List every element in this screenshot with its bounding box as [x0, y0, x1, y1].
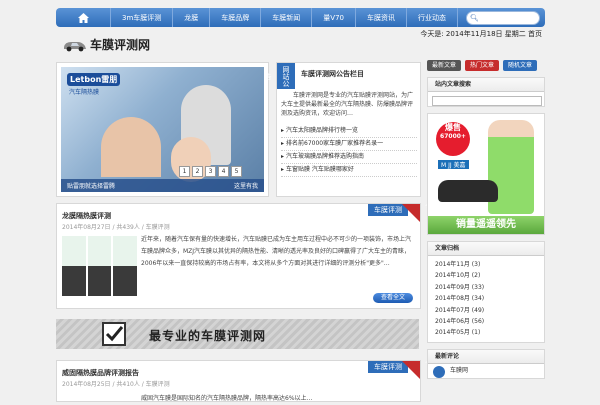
ad-sale-text: 爆售 — [445, 123, 461, 132]
notice-list: ▸ 汽车太阳膜品牌排行榜一览 ▸ 排名前67000家车膜厂家推荐名录一 ▸ 汽车玻璃膜… — [281, 125, 417, 177]
ad-sale-number: 67000+ — [440, 133, 466, 140]
article-title[interactable]: 龙膜隔热膜评测 — [62, 211, 111, 221]
archive-box: 文章归档 2014年11月 (3) 2014年10月 (2) 2014年09月 … — [427, 241, 545, 343]
slider-page-1[interactable]: 1 — [179, 166, 190, 177]
sidebar-search-title: 站内文章搜索 — [428, 78, 544, 92]
tab-random[interactable]: 随机文章 — [503, 60, 538, 71]
image-slider[interactable]: Letbon雷朋 汽车隔热膜 1 2 3 4 5 贴雷朋就选择雷腾 这里有我 — [56, 62, 269, 197]
ad-sale-badge: 爆售 67000+ — [436, 122, 470, 156]
nav-item-v70[interactable]: 量V70 — [311, 8, 355, 27]
notice-item[interactable]: ▸ 汽车太阳膜品牌排行榜一览 — [281, 125, 417, 138]
archive-item[interactable]: 2014年10月 (2) — [435, 270, 537, 281]
archive-item[interactable]: 2014年06月 (56) — [435, 316, 537, 327]
notice-tag: 网站公告 — [264, 63, 295, 89]
notice-item[interactable]: ▸ 排名前67000家车膜厂家推荐名录一 — [281, 138, 417, 151]
site-logo[interactable]: 车膜评测网 — [62, 36, 150, 53]
archive-list: 2014年11月 (3) 2014年10月 (2) 2014年09月 (33) … — [428, 256, 544, 342]
new-ribbon: NEW — [402, 360, 436, 379]
search-input[interactable]: 🔍︎ — [466, 11, 540, 25]
notice-item-text[interactable]: 排名前67000家车膜厂家推荐名录一 — [286, 140, 383, 147]
notice-item[interactable]: ▸ 车窗贴膜 汽车贴膜哪家好 — [281, 164, 417, 177]
article-title[interactable]: 威固隔热膜品牌评测报告 — [62, 368, 139, 378]
notice-panel: 网站公告 车膜评测网公告栏目 车膜评测网是专业的汽车贴膜评测网站，为广大车主提供… — [264, 62, 421, 197]
article-body: 威固汽车膜是国际知名的汽车隔热膜品牌，隔热率高达6%以上… — [141, 395, 313, 402]
slider-caption: 贴雷朋就选择雷腾 这里有我 — [61, 179, 264, 192]
slider-person-woman — [101, 117, 161, 177]
notice-desc: 车膜评测网是专业的汽车贴膜评测网站，为广大车主提供最新最全的汽车隔热膜、防爆膜品… — [281, 92, 414, 117]
archive-title: 文章归档 — [428, 242, 544, 256]
slider-caption-right: 这里有我 — [233, 183, 258, 190]
article-card: 车膜评测 NEW 龙膜隔热膜评测 2014年08月27日 / 共439人 / 车… — [56, 203, 436, 309]
power-icon — [433, 365, 445, 378]
latest-name[interactable]: 车膜网 — [450, 365, 468, 374]
slider-pager: 1 2 3 4 5 — [179, 166, 242, 177]
latest-title: 最新评论 — [428, 349, 544, 364]
nav-item-brands[interactable]: 车膜品牌 — [209, 8, 260, 27]
banner-text: 最专业的车膜评测网 — [149, 329, 267, 343]
slider-caption-left: 贴雷朋就选择雷腾 — [67, 183, 116, 190]
film-sample — [87, 236, 112, 296]
article-card: 车膜评测 NEW 威固隔热膜品牌评测报告 2014年08月25日 / 共410人… — [56, 360, 436, 402]
archive-item[interactable]: 2014年11月 (3) — [435, 259, 537, 270]
article-body: 近年来，随着汽车保有量的快速增长，汽车贴膜已成为车主用车过程中必不可少的一项装饰… — [141, 236, 412, 267]
slider-image[interactable]: Letbon雷朋 汽车隔热膜 1 2 3 4 5 贴雷朋就选择雷腾 这里有我 — [61, 67, 264, 192]
checkmark-icon — [102, 322, 126, 346]
film-sample — [113, 236, 138, 296]
search-icon[interactable]: 🔍︎ — [470, 14, 479, 22]
archive-item[interactable]: 2014年09月 (33) — [435, 282, 537, 293]
arrow-right-icon: ▸ — [281, 127, 285, 134]
home-icon[interactable] — [56, 8, 110, 27]
archive-item[interactable]: 2014年07月 (49) — [435, 305, 537, 316]
new-ribbon: NEW — [402, 203, 436, 222]
sidebar-search-box: 站内文章搜索 — [427, 77, 545, 107]
nav-item-industry[interactable]: 行业动态 — [405, 8, 457, 27]
promo-banner[interactable]: 最专业的车膜评测网 — [56, 319, 419, 349]
slider-page-4[interactable]: 4 — [218, 166, 229, 177]
slider-page-5[interactable]: 5 — [231, 166, 242, 177]
date-text: 今天是: 2014年11月18日 星期二 首页 — [420, 30, 542, 38]
film-sample — [62, 236, 86, 296]
notice-item-text[interactable]: 汽车玻璃膜品牌推荐选购指南 — [286, 153, 364, 160]
tab-latest[interactable]: 最新文章 — [427, 60, 462, 71]
arrow-right-icon: ▸ — [281, 153, 285, 160]
arrow-right-icon: ▸ — [281, 166, 285, 173]
notice-title[interactable]: 车膜评测网公告栏目 — [301, 69, 364, 79]
ad-brand: M JJ 美嘉 — [438, 160, 469, 169]
article-thumbnail[interactable] — [62, 236, 138, 296]
slider-brand: Letbon雷朋 — [67, 73, 121, 86]
sidebar-ad[interactable]: 爆售 67000+ M JJ 美嘉 销量遥遥领先 — [427, 113, 545, 235]
nav-item-longmo[interactable]: 龙膜 — [172, 8, 209, 27]
nav-item-3m[interactable]: 3m车膜评测 — [110, 8, 172, 27]
article-meta: 2014年08月25日 / 共410人 / 车膜评测 — [62, 381, 170, 388]
archive-item[interactable]: 2014年08月 (34) — [435, 293, 537, 304]
read-more-button[interactable]: 查看全文 — [373, 293, 413, 303]
sidebar-search-input[interactable] — [432, 96, 542, 106]
site-name: 车膜评测网 — [90, 38, 151, 52]
article-meta: 2014年08月27日 / 共439人 / 车膜评测 — [62, 224, 170, 231]
slider-subtitle: 汽车隔热膜 — [69, 89, 100, 96]
main-nav: 3m车膜评测 龙膜 车膜品牌 车膜新闻 量V70 车膜资讯 行业动态 汽车美容 … — [56, 8, 545, 27]
notice-item[interactable]: ▸ 汽车玻璃膜品牌推荐选购指南 — [281, 151, 417, 164]
arrow-right-icon: ▸ — [281, 140, 285, 147]
car-logo-icon — [64, 41, 86, 51]
tab-popular[interactable]: 热门文章 — [465, 60, 500, 71]
nav-item-info[interactable]: 车膜资讯 — [354, 8, 406, 27]
nav-item-news[interactable]: 车膜新闻 — [260, 8, 311, 27]
latest-comments-box: 最新评论 车膜网 — [427, 348, 545, 379]
ad-slogan: 销量遥遥领先 — [428, 216, 544, 234]
ad-car — [438, 180, 498, 202]
notice-item-text[interactable]: 汽车太阳膜品牌排行榜一览 — [286, 127, 358, 134]
archive-item[interactable]: 2014年05月 (1) — [435, 327, 537, 338]
slider-page-3[interactable]: 3 — [205, 166, 216, 177]
sidebar-tabs: 最新文章 热门文章 随机文章 — [427, 60, 545, 71]
notice-item-text[interactable]: 车窗贴膜 汽车贴膜哪家好 — [286, 166, 354, 173]
slider-page-2[interactable]: 2 — [192, 166, 203, 177]
sidebar: 最新文章 热门文章 随机文章 站内文章搜索 爆售 67000+ M JJ 美嘉 … — [427, 60, 545, 379]
